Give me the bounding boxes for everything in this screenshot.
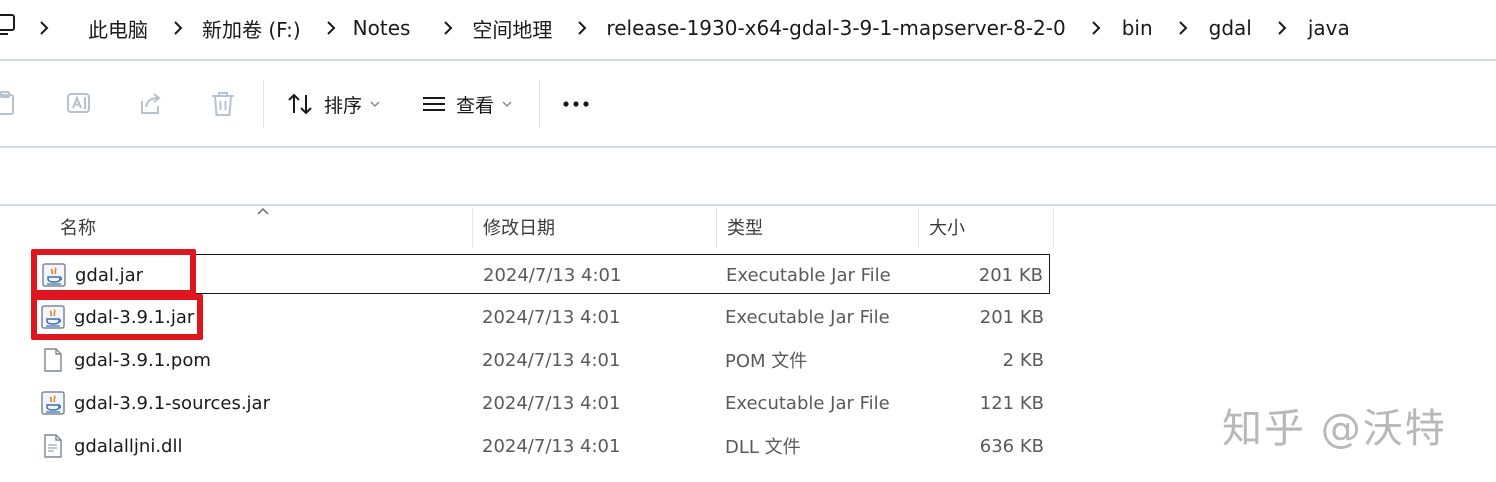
file-date: 2024/7/13 4:01 [482,306,621,328]
view-label: 查看 [456,94,495,117]
file-size: 2 KB [1002,349,1044,371]
file-type: DLL 文件 [725,437,801,458]
breadcrumb-item-this-pc[interactable]: 此电脑 [84,14,152,43]
column-resize-handle[interactable] [1053,208,1054,248]
command-bar: 排序 查看 [0,62,1496,146]
chevron-right-icon[interactable] [436,16,460,40]
file-date: 2024/7/13 4:01 [482,349,621,371]
more-icon [563,101,589,107]
file-name: gdal-3.9.1-sources.jar [74,392,270,414]
paste-icon [0,91,14,115]
chevron-right-icon[interactable] [32,16,56,40]
file-name-cell: gdalalljni.dll [40,426,182,466]
details-band [0,148,1496,204]
breadcrumb-item-gdal[interactable]: gdal [1205,16,1256,40]
share-icon [141,93,161,114]
file-name-cell: gdal-3.9.1.pom [40,340,211,380]
column-header-size[interactable]: 大小 [919,206,1053,248]
chevron-down-icon [370,101,380,108]
chevron-right-icon[interactable] [1084,16,1108,40]
file-name: gdalalljni.dll [74,435,183,457]
file-size: 201 KB [979,306,1044,328]
breadcrumb-item-bin[interactable]: bin [1118,16,1157,40]
sort-button[interactable]: 排序 [286,88,380,120]
breadcrumb: 此电脑 新加卷 (F:) Notes 空间地理 release-1930-x64… [0,0,1354,56]
trash-icon [212,92,234,116]
breadcrumb-item-release[interactable]: release-1930-x64-gdal-3-9-1-mapserver-8-… [602,16,1069,40]
file-row-gdal-sources-jar[interactable]: gdal-3.9.1-sources.jar 2024/7/13 4:01 Ex… [36,383,1050,423]
file-date: 2024/7/13 4:01 [482,435,621,457]
file-type: Executable Jar File [725,392,890,414]
highlight-box [31,249,196,296]
delete-button[interactable] [210,90,236,118]
column-header-date[interactable]: 修改日期 [473,206,716,248]
rename-button[interactable] [66,91,92,117]
breadcrumb-item-volume[interactable]: 新加卷 (F:) [198,14,305,43]
dll-file-icon [44,434,62,458]
breadcrumb-item-java[interactable]: java [1304,16,1354,40]
chevron-down-icon [502,101,512,108]
chevron-right-icon[interactable] [1270,16,1294,40]
paste-button[interactable] [0,90,18,116]
java-jar-icon [41,391,65,415]
column-header-name[interactable]: 名称 [50,206,472,248]
file-size: 121 KB [979,392,1044,414]
chevron-right-icon[interactable] [1171,16,1195,40]
breadcrumb-item-notes[interactable]: Notes [349,16,415,40]
toolbar-divider [539,80,540,128]
highlight-box [31,294,203,340]
toolbar-divider [263,80,264,128]
file-date: 2024/7/13 4:01 [483,264,622,286]
file-row-gdalalljni-dll[interactable]: gdalalljni.dll 2024/7/13 4:01 DLL 文件 636… [36,426,1050,466]
sort-label: 排序 [324,94,363,117]
more-options-button[interactable] [562,88,590,120]
file-size: 201 KB [978,264,1043,286]
view-button[interactable]: 查看 [422,88,512,120]
breadcrumb-item-spatial-geo[interactable]: 空间地理 [468,14,556,43]
sort-icon [288,93,312,115]
file-type: POM 文件 [725,351,808,372]
list-view-icon [423,97,445,111]
file-row-gdal-3-9-1-pom[interactable]: gdal-3.9.1.pom 2024/7/13 4:01 POM 文件 2 K… [36,340,1050,380]
file-size: 636 KB [979,435,1044,457]
file-type: Executable Jar File [726,264,891,286]
file-date: 2024/7/13 4:01 [482,392,621,414]
file-name: gdal-3.9.1.pom [74,349,211,371]
blank-file-icon [44,348,62,372]
address-bar-divider [0,59,1496,61]
watermark: 知乎 @沃特 [1222,406,1447,452]
chevron-right-icon[interactable] [570,16,594,40]
rename-icon [67,93,90,113]
file-name-cell: gdal-3.9.1-sources.jar [40,383,270,423]
file-type: Executable Jar File [725,306,890,328]
column-header-type[interactable]: 类型 [717,206,918,248]
chevron-right-icon[interactable] [166,16,190,40]
chevron-right-icon[interactable] [319,16,343,40]
share-button[interactable] [138,91,164,117]
column-header-row: 名称 修改日期 类型 大小 [0,206,1496,248]
address-bar[interactable]: 此电脑 新加卷 (F:) Notes 空间地理 release-1930-x64… [0,0,1496,58]
